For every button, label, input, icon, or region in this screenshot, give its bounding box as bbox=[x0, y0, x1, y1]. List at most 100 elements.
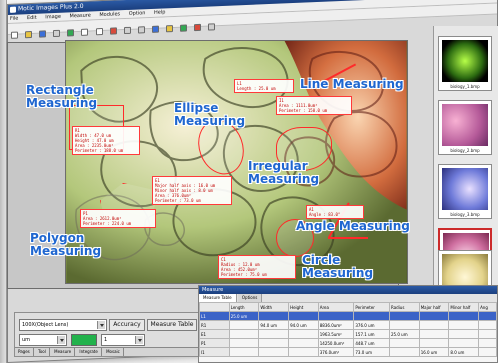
menu-help[interactable]: Help bbox=[154, 9, 165, 15]
table-row[interactable]: E1 1963.5um² 157.1 um 25.0 um bbox=[199, 329, 497, 339]
table-cell: E1 bbox=[199, 329, 230, 339]
tab-measure-table[interactable]: Measure Table bbox=[199, 294, 237, 302]
table-cell bbox=[418, 320, 450, 330]
table-cell bbox=[258, 311, 290, 321]
unit-select[interactable]: um bbox=[19, 334, 67, 346]
table-cell: 8.0 um bbox=[448, 347, 480, 357]
units-select-value: 1 bbox=[104, 337, 108, 343]
angle-measuring-label: Angle Measuring bbox=[296, 219, 410, 233]
table-cell: 25.0 um bbox=[389, 329, 420, 339]
control-panel: 100X(Object Lens) Accuracy Measure Table… bbox=[14, 312, 209, 357]
window-title: Motic Images Plus 2.0 bbox=[18, 2, 84, 13]
rectangle-measuring-label: Rectangle Measuring bbox=[26, 83, 98, 110]
table-cell bbox=[389, 320, 420, 330]
lens-select[interactable]: 100X(Object Lens) bbox=[19, 319, 107, 331]
table-cell bbox=[258, 338, 290, 348]
line-color-swatch[interactable] bbox=[71, 334, 97, 346]
table-cell: 1963.5um² bbox=[317, 329, 355, 339]
table-cell: 94.0 um bbox=[288, 320, 319, 330]
table-cell bbox=[228, 338, 260, 348]
chevron-down-icon bbox=[97, 321, 105, 329]
tab-measure[interactable]: Measure bbox=[51, 348, 76, 356]
column-header: Perimeter bbox=[353, 302, 390, 312]
line-measure-box: L1 Length : 25.0 um bbox=[234, 79, 294, 93]
menu-edit[interactable]: Edit bbox=[27, 15, 37, 21]
table-row[interactable]: I1 376.0um² 73.0 um 16.0 um 8.0 um bbox=[199, 347, 497, 357]
column-header: Major half bbox=[418, 302, 450, 312]
accuracy-button[interactable]: Accuracy bbox=[109, 319, 145, 331]
table-cell: R1 bbox=[199, 320, 230, 330]
table-cell bbox=[228, 320, 260, 330]
table-cell bbox=[389, 338, 420, 348]
left-edge-strip bbox=[0, 0, 7, 363]
table-cell bbox=[389, 347, 420, 357]
tab-integrate[interactable]: Integrate bbox=[76, 348, 102, 356]
thumbnail-item[interactable]: biology_1.bmp bbox=[438, 36, 492, 91]
menu-option[interactable]: Option bbox=[129, 10, 146, 17]
table-row[interactable]: L1 25.0 um bbox=[199, 311, 497, 321]
column-header bbox=[199, 302, 230, 312]
chevron-down-icon bbox=[57, 336, 65, 344]
table-cell bbox=[448, 320, 480, 330]
tab-mosaic[interactable]: Mosaic bbox=[103, 348, 124, 356]
screenshot-stage: Motic Images Plus 2.0 File Edit Image Me… bbox=[0, 0, 498, 363]
table-cell: 8836.0um² bbox=[317, 320, 355, 330]
angle-measure-box: A1 Angle : 83.0° bbox=[306, 205, 364, 219]
thumbnail-item[interactable]: biology_3.bmp bbox=[438, 164, 492, 219]
table-cell bbox=[353, 311, 390, 321]
units-select[interactable]: 1 bbox=[101, 334, 145, 346]
thumbnail-item[interactable]: biology_2.bmp bbox=[438, 100, 492, 155]
menu-file[interactable]: File bbox=[10, 16, 18, 22]
ellipse-measuring-label: Ellipse Measuring bbox=[174, 101, 246, 128]
thumbnail-image bbox=[442, 40, 488, 82]
angle-ray-1 bbox=[328, 237, 368, 239]
table-cell bbox=[418, 338, 450, 348]
tab-pages[interactable]: Pages bbox=[15, 348, 34, 356]
table-cell: 16.0 um bbox=[418, 347, 450, 357]
table-cell bbox=[258, 347, 290, 357]
menu-modules[interactable]: Modules bbox=[99, 11, 120, 18]
column-header: Width bbox=[258, 302, 290, 312]
table-cell: 376.0um² bbox=[317, 347, 355, 357]
thumbnail-caption: biology_3.bmp bbox=[450, 212, 480, 217]
column-header: Minor half bbox=[448, 302, 480, 312]
table-cell: 14250.0um² bbox=[317, 338, 355, 348]
table-cell bbox=[478, 347, 497, 357]
thumbnail-caption: biology_2.bmp bbox=[450, 148, 480, 153]
table-cell bbox=[478, 320, 497, 330]
app-icon bbox=[10, 6, 16, 13]
thumbnail-image bbox=[442, 168, 488, 210]
measure-table-grid: Length Width Height Area Perimeter Radiu… bbox=[199, 302, 497, 357]
polygon-measure-box: P1 Area : 2612.0um² Perimeter : 224.0 um bbox=[80, 209, 156, 228]
tab-options[interactable]: Options bbox=[237, 294, 263, 302]
table-cell: I1 bbox=[199, 347, 230, 357]
table-cell bbox=[228, 347, 260, 357]
line-measuring-label: Line Measuring bbox=[300, 77, 404, 91]
table-cell bbox=[288, 311, 319, 321]
measure-table: Length Width Height Area Perimeter Radiu… bbox=[199, 302, 497, 362]
menu-measure[interactable]: Measure bbox=[70, 12, 91, 19]
table-cell bbox=[389, 311, 420, 321]
table-cell: P1 bbox=[199, 338, 230, 348]
table-cell bbox=[317, 311, 355, 321]
table-cell bbox=[258, 329, 290, 339]
lens-select-value: 100X(Object Lens) bbox=[22, 322, 69, 328]
table-cell bbox=[448, 338, 480, 348]
table-row[interactable]: R1 94.0 um 94.0 um 8836.0um² 376.0 um bbox=[199, 320, 497, 330]
measure-table-button[interactable]: Measure Table bbox=[147, 319, 197, 331]
menu-image[interactable]: Image bbox=[45, 14, 61, 21]
table-row[interactable]: P1 14250.0um² 448.7 um bbox=[199, 338, 497, 348]
table-cell: 448.7 um bbox=[353, 338, 390, 348]
unit-select-value: um bbox=[22, 337, 31, 343]
tab-tool[interactable]: Tool bbox=[35, 348, 50, 356]
table-cell bbox=[228, 329, 260, 339]
table-cell: 376.0 um bbox=[353, 320, 390, 330]
thumbnail-image bbox=[442, 104, 488, 146]
table-cell: 73.0 um bbox=[353, 347, 390, 357]
measure-window: Measure Measure Table Options Length Wid… bbox=[198, 285, 498, 363]
table-cell: 157.1 um bbox=[353, 329, 390, 339]
thumbnail-caption: biology_1.bmp bbox=[450, 84, 480, 89]
column-header: Height bbox=[288, 302, 319, 312]
table-cell bbox=[478, 329, 497, 339]
table-cell bbox=[478, 311, 497, 321]
